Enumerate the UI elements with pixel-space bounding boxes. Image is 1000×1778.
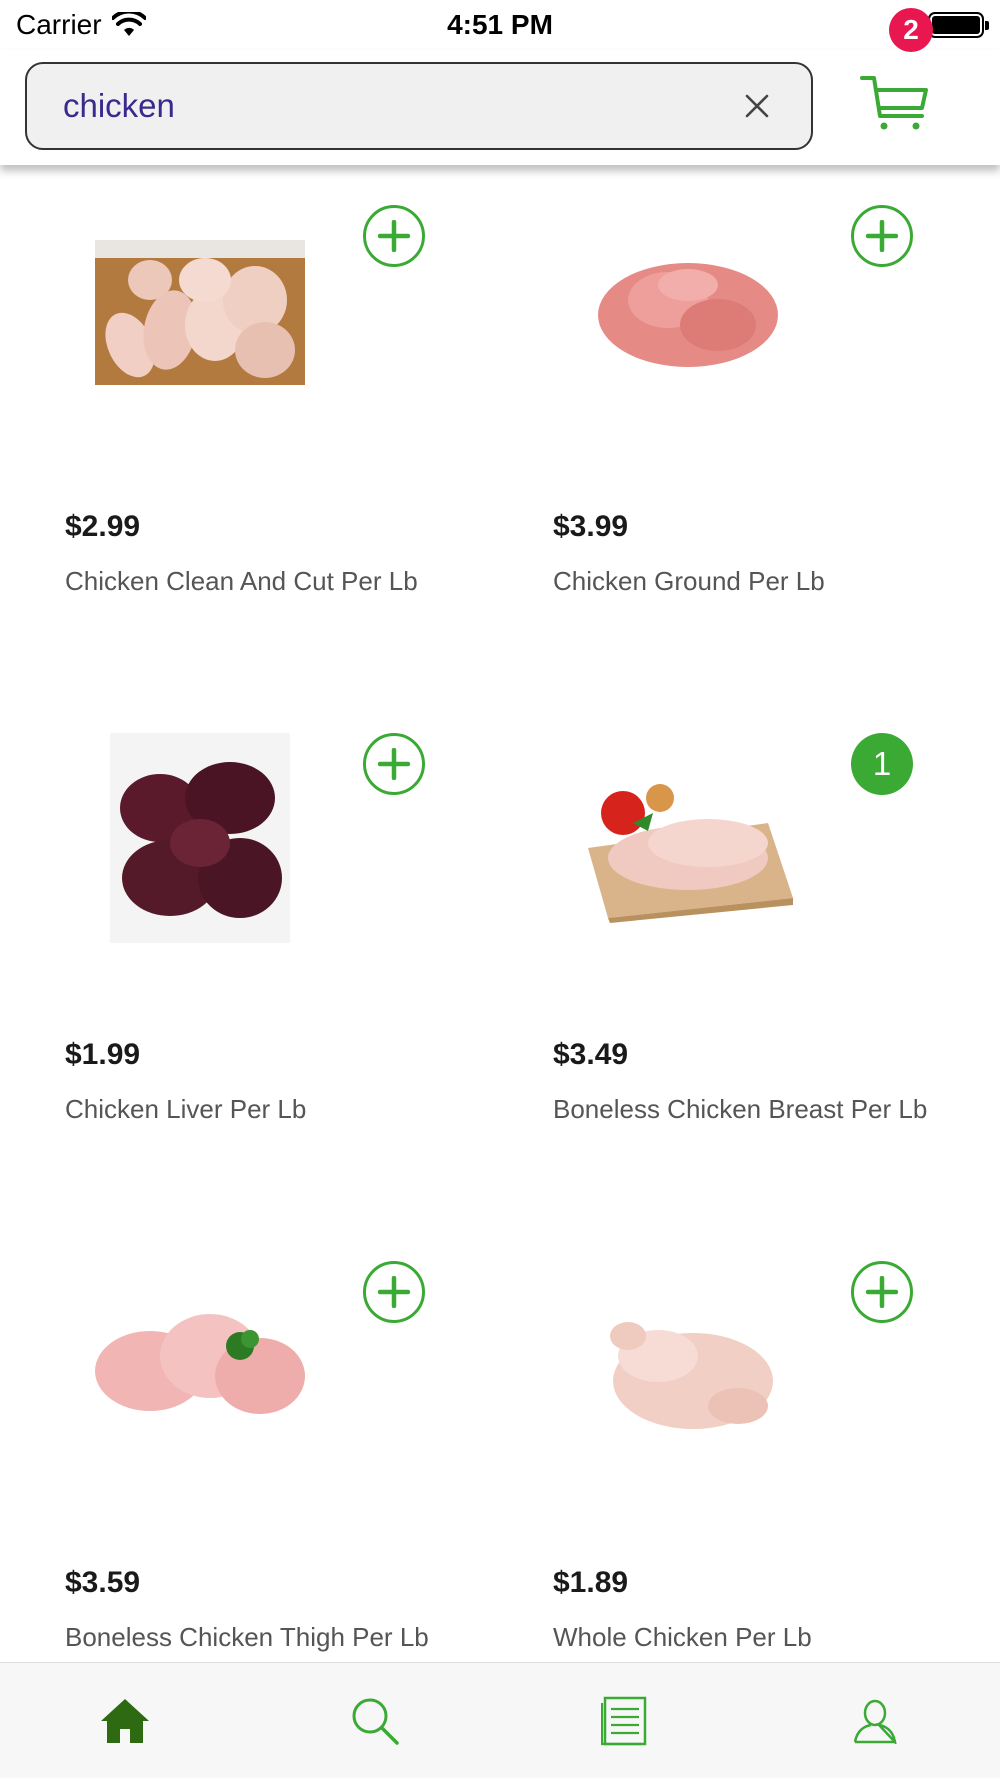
plus-icon xyxy=(866,220,898,252)
plus-icon xyxy=(866,1276,898,1308)
whole-chicken-image xyxy=(610,1322,773,1429)
cart-count-badge: 2 xyxy=(889,8,933,52)
tab-profile[interactable] xyxy=(750,1663,1000,1778)
add-to-cart-button[interactable] xyxy=(851,1261,913,1323)
cart-quantity-badge[interactable]: 1 xyxy=(851,733,913,795)
status-bar: Carrier 4:51 PM xyxy=(0,0,1000,50)
add-to-cart-button[interactable] xyxy=(363,1261,425,1323)
carrier-label: Carrier xyxy=(16,9,102,40)
product-image xyxy=(80,1251,320,1481)
tab-bar xyxy=(0,1662,1000,1778)
product-image xyxy=(568,723,808,953)
wifi-icon xyxy=(111,12,146,36)
search-header xyxy=(0,50,1000,165)
product-price: $3.59 xyxy=(65,1566,141,1599)
product-name: Boneless Chicken Breast Per Lb xyxy=(553,1094,928,1124)
product-name: Whole Chicken Per Lb xyxy=(553,1622,812,1652)
profile-icon xyxy=(853,1699,897,1744)
search-icon xyxy=(352,1698,399,1745)
product-price: $1.89 xyxy=(553,1566,629,1599)
screen: Carrier 4:51 PM chicken 2 $2.99 Chicken … xyxy=(0,0,1000,1778)
cart-icon xyxy=(860,76,928,130)
status-time: 4:51 PM xyxy=(447,9,553,40)
product-image xyxy=(568,195,808,425)
product-card[interactable]: 1 $3.49 Boneless Chicken Breast Per Lb xyxy=(488,693,976,1221)
product-price: $3.49 xyxy=(553,1038,629,1071)
product-price: $2.99 xyxy=(65,510,141,543)
chicken-liver-image xyxy=(110,733,290,943)
product-image xyxy=(80,195,320,425)
plus-icon xyxy=(378,220,410,252)
tab-orders[interactable] xyxy=(500,1663,750,1778)
add-to-cart-button[interactable] xyxy=(363,733,425,795)
tab-search[interactable] xyxy=(250,1663,500,1778)
chicken-cut-pieces-image xyxy=(95,240,305,385)
product-image xyxy=(568,1251,808,1481)
cart-button[interactable] xyxy=(858,64,938,144)
product-name: Chicken Clean And Cut Per Lb xyxy=(65,566,418,596)
plus-icon xyxy=(378,1276,410,1308)
product-card[interactable]: $3.99 Chicken Ground Per Lb xyxy=(488,165,976,693)
orders-icon xyxy=(601,1696,647,1745)
status-left: Carrier xyxy=(16,9,146,41)
clear-search-button[interactable] xyxy=(739,88,775,124)
add-to-cart-button[interactable] xyxy=(363,205,425,267)
product-card[interactable]: $1.99 Chicken Liver Per Lb xyxy=(0,693,488,1221)
ground-chicken-image xyxy=(598,263,778,367)
product-name: Boneless Chicken Thigh Per Lb xyxy=(65,1622,429,1652)
search-input[interactable] xyxy=(63,87,739,125)
battery-icon xyxy=(928,12,989,38)
product-price: $3.99 xyxy=(553,510,629,543)
close-icon xyxy=(745,94,769,118)
product-image xyxy=(80,723,320,953)
chicken-thighs-image xyxy=(95,1314,305,1414)
home-icon xyxy=(101,1698,149,1743)
product-name: Chicken Ground Per Lb xyxy=(553,566,825,596)
tab-home[interactable] xyxy=(0,1663,250,1778)
plus-icon xyxy=(378,748,410,780)
search-box xyxy=(25,62,813,150)
product-name: Chicken Liver Per Lb xyxy=(65,1094,307,1124)
product-card[interactable]: $2.99 Chicken Clean And Cut Per Lb xyxy=(0,165,488,693)
add-to-cart-button[interactable] xyxy=(851,205,913,267)
chicken-breast-on-board-image xyxy=(588,784,793,923)
product-price: $1.99 xyxy=(65,1038,141,1071)
